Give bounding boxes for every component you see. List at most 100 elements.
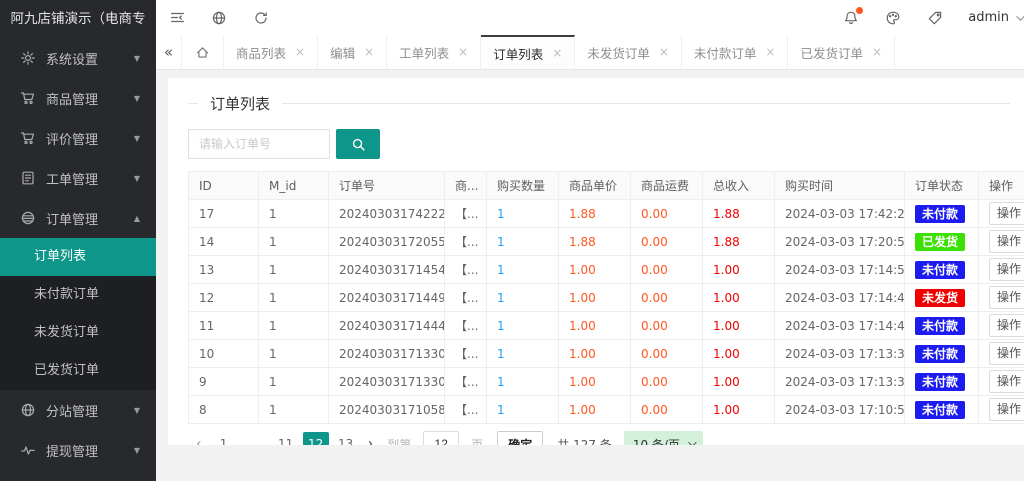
cell-total-income: 1.88 — [703, 200, 775, 228]
user-menu[interactable]: admin — [956, 10, 1024, 25]
orders-table: ID M_id 订单号 商... 购买数量 商品单价 — [188, 171, 1024, 424]
row-action-button[interactable]: 操作 — [989, 230, 1024, 252]
column-header: 商品单价 — [559, 172, 631, 200]
goto-confirm-button[interactable]: 确定 — [497, 431, 543, 445]
row-action-button[interactable]: 操作 — [989, 286, 1024, 308]
page-number[interactable]: 1 — [213, 432, 235, 445]
submenu-item-shipped-orders[interactable]: 已发货订单 — [0, 352, 156, 390]
cell-shipping-fee: 0.00 — [631, 256, 703, 284]
bell-icon[interactable] — [830, 0, 872, 35]
sidebar-item-products[interactable]: 商品管理 ▼ — [0, 78, 156, 118]
row-action-button[interactable]: 操作 — [989, 202, 1024, 224]
cell-qty[interactable]: 1 — [487, 284, 559, 312]
cell-qty[interactable]: 1 — [487, 396, 559, 424]
cell-unit-price: 1.00 — [559, 340, 631, 368]
row-action-button[interactable]: 操作 — [989, 314, 1024, 336]
home-tab[interactable] — [182, 35, 224, 69]
notification-dot — [856, 7, 863, 14]
tab[interactable]: 工单列表 × — [387, 35, 481, 69]
page-number[interactable]: 13 — [335, 432, 357, 445]
row-action-button[interactable]: 操作 — [989, 258, 1024, 280]
sidebar-item-label: 提现管理 — [46, 441, 134, 460]
cell-unit-price: 1.00 — [559, 284, 631, 312]
cell-qty[interactable]: 1 — [487, 228, 559, 256]
tab[interactable]: 订单列表 × — [481, 35, 575, 69]
cell-actions: 操作 删除 — [979, 228, 1024, 256]
sidebar-item-system-settings[interactable]: 系统设置 ▼ — [0, 38, 156, 78]
close-icon[interactable]: × — [765, 45, 775, 59]
chevron-down-icon: ▼ — [134, 406, 140, 415]
tab[interactable]: 商品列表 × — [224, 35, 318, 69]
tab[interactable]: 未付款订单 × — [682, 35, 789, 69]
content-area: 订单列表 ID — [156, 70, 1024, 481]
submenu-item-order-list[interactable]: 订单列表 — [0, 238, 156, 276]
cell-m-id: 1 — [259, 228, 329, 256]
tabs-scroll-left-icon[interactable]: « — [156, 35, 182, 69]
sidebar-item-withdrawals[interactable]: 提现管理 ▼ — [0, 430, 156, 470]
tab-label: 商品列表 — [236, 43, 286, 62]
cell-actions: 操作 删除 — [979, 396, 1024, 424]
order-no-search-input[interactable] — [188, 129, 330, 159]
tag-icon[interactable] — [914, 0, 956, 35]
cell-product: 【... — [445, 312, 487, 340]
next-page-icon[interactable]: › — [360, 436, 382, 445]
cell-qty[interactable]: 1 — [487, 256, 559, 284]
tab[interactable]: 编辑 × — [318, 35, 387, 69]
search-button[interactable] — [336, 129, 380, 159]
cell-purchase-time: 2024-03-03 17:10:58 — [775, 396, 905, 424]
cell-total-income: 1.00 — [703, 312, 775, 340]
submenu-item-unpaid-orders[interactable]: 未付款订单 — [0, 276, 156, 314]
close-icon[interactable]: × — [295, 45, 305, 59]
tab-bar: « 商品列表 × 编辑 × 工单列表 × 订单列表 × 未发货订单 — [156, 35, 1024, 70]
sidebar-item-orders[interactable]: 订单管理 ▲ — [0, 198, 156, 238]
chevron-down-icon: ▼ — [134, 446, 140, 455]
page-number[interactable]: 11 — [275, 432, 297, 445]
sidebar-item-reviews[interactable]: 评价管理 ▼ — [0, 118, 156, 158]
sidebar-item-label: 工单管理 — [46, 169, 134, 188]
goto-page-input[interactable] — [423, 431, 459, 445]
globe-icon — [20, 402, 36, 418]
chevron-up-icon: ▲ — [134, 214, 140, 223]
column-header: 商品运费 — [631, 172, 703, 200]
close-icon[interactable]: × — [364, 45, 374, 59]
cell-total-income: 1.00 — [703, 284, 775, 312]
close-icon[interactable]: × — [659, 45, 669, 59]
cell-qty[interactable]: 1 — [487, 312, 559, 340]
close-icon[interactable]: × — [458, 45, 468, 59]
cell-shipping-fee: 0.00 — [631, 200, 703, 228]
tab[interactable]: 已发货订单 × — [788, 35, 895, 69]
cell-qty[interactable]: 1 — [487, 368, 559, 396]
row-action-button[interactable]: 操作 — [989, 398, 1024, 420]
page-number[interactable]: ... — [244, 432, 266, 445]
table-row: 11 1 20240303171444987 【... 1 1.00 0.00 … — [189, 312, 1024, 340]
site-globe-icon[interactable] — [198, 0, 240, 35]
page-number[interactable]: 12 — [303, 432, 329, 445]
form-icon — [20, 170, 36, 186]
refresh-icon[interactable] — [240, 0, 282, 35]
orders-table-container: ID M_id 订单号 商... 购买数量 商品单价 — [188, 171, 1024, 424]
collapse-sidebar-icon[interactable] — [156, 0, 198, 35]
cell-m-id: 1 — [259, 256, 329, 284]
submenu-item-unshipped-orders[interactable]: 未发货订单 — [0, 314, 156, 352]
sidebar-item-label: 订单管理 — [46, 209, 134, 228]
row-action-button[interactable]: 操作 — [989, 342, 1024, 364]
cell-order-no: 20240303171058268 — [329, 396, 445, 424]
search-row — [188, 129, 1024, 159]
sidebar-item-tickets[interactable]: 工单管理 ▼ — [0, 158, 156, 198]
cell-qty[interactable]: 1 — [487, 340, 559, 368]
cell-qty[interactable]: 1 — [487, 200, 559, 228]
cell-product: 【... — [445, 396, 487, 424]
table-row: 12 1 20240303171449393 【... 1 1.00 0.00 … — [189, 284, 1024, 312]
sidebar-item-substations[interactable]: 分站管理 ▼ — [0, 390, 156, 430]
close-icon[interactable]: × — [872, 45, 882, 59]
cell-order-no: 20240303174222649 — [329, 200, 445, 228]
cell-purchase-time: 2024-03-03 17:14:53 — [775, 256, 905, 284]
row-action-button[interactable]: 操作 — [989, 370, 1024, 392]
close-icon[interactable]: × — [552, 46, 562, 60]
page-size-select[interactable]: 10 条/页 — [624, 431, 703, 445]
cell-status: 未发货 — [905, 284, 979, 312]
cell-total-income: 1.00 — [703, 396, 775, 424]
prev-page-icon[interactable]: ‹ — [188, 436, 210, 445]
tab[interactable]: 未发货订单 × — [575, 35, 682, 69]
theme-palette-icon[interactable] — [872, 0, 914, 35]
